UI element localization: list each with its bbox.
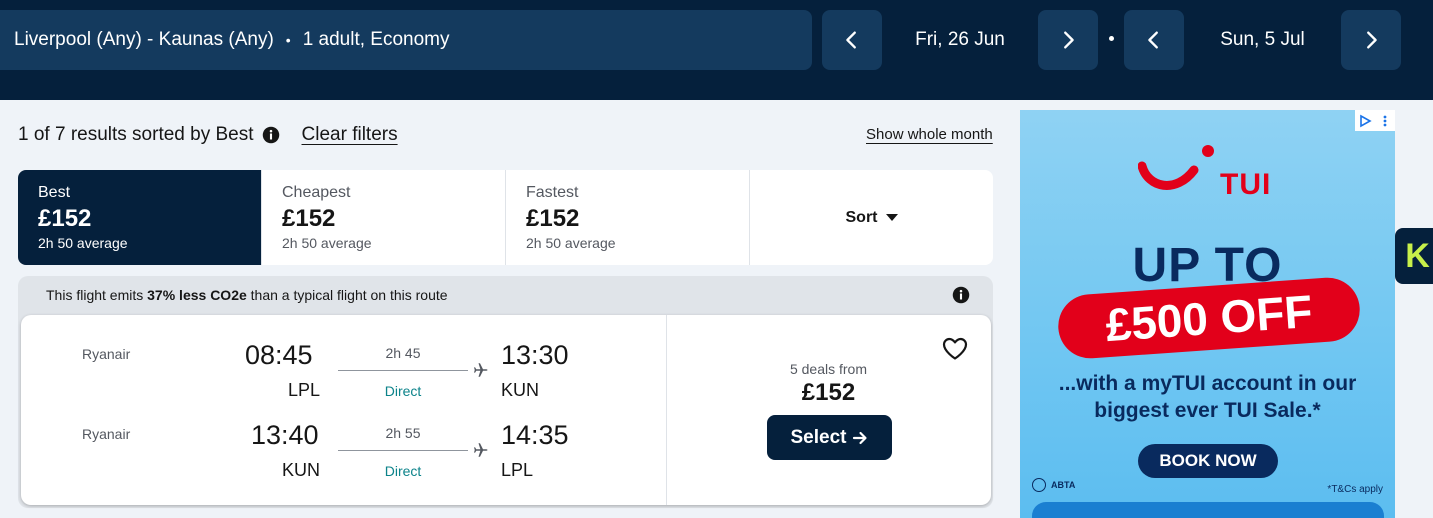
- ad-copy-line1: ...with a myTUI account in our: [1058, 372, 1357, 395]
- stops-label: Direct: [384, 463, 422, 479]
- airline-name: Ryanair: [82, 346, 131, 362]
- ad-bottom-banner: [1032, 502, 1384, 518]
- flight-result: This flight emits 37% less CO2e than a t…: [18, 276, 993, 508]
- tab-price: £152: [38, 205, 92, 232]
- chevron-left-icon: [1148, 31, 1158, 49]
- ad-controls[interactable]: [1355, 110, 1395, 131]
- sort-label: Sort: [845, 208, 878, 226]
- sort-dropdown[interactable]: Sort: [750, 170, 993, 265]
- co2-text-prefix: This flight emits: [46, 287, 148, 303]
- flight-card[interactable]: Ryanair 08:45 LPL 2h 45 Direct 13:30 KUN…: [21, 315, 991, 505]
- arrival-airport: LPL: [501, 460, 534, 480]
- deal-price: £152: [801, 379, 856, 406]
- tab-duration: 2h 50 average: [526, 235, 616, 251]
- co2-highlight: 37% less CO2e: [147, 287, 247, 303]
- results-summary-bar: 1 of 7 results sorted by Best Clear filt…: [18, 124, 398, 146]
- depart-next-date-button[interactable]: [1038, 10, 1098, 70]
- deals-count: 5 deals from: [789, 361, 868, 377]
- tab-label: Cheapest: [282, 184, 351, 201]
- search-header: Liverpool (Any) - Kaunas (Any) • 1 adult…: [0, 0, 1433, 100]
- outbound-leg: Ryanair 08:45 LPL 2h 45 Direct 13:30 KUN: [21, 315, 666, 400]
- tab-price: £152: [526, 205, 580, 232]
- route-line: [338, 370, 468, 371]
- departure-airport: KUN: [282, 460, 321, 480]
- select-button[interactable]: Select: [767, 415, 892, 460]
- tab-duration: 2h 50 average: [38, 235, 128, 251]
- tab-duration: 2h 50 average: [282, 235, 372, 251]
- caret-down-icon: [885, 213, 898, 221]
- flight-duration: 2h 45: [385, 345, 421, 361]
- card-divider: [666, 315, 667, 505]
- ad-brand: TUI: [1220, 168, 1272, 201]
- abta-text: ABTA: [1051, 480, 1076, 490]
- tab-price: £152: [282, 205, 336, 232]
- advertisement[interactable]: TUI UP TO £500 OFF ...with a myTUI accou…: [1020, 110, 1395, 518]
- abta-logo: ABTA: [1032, 478, 1075, 492]
- sort-tabs: Best £152 2h 50 average Cheapest £152 2h…: [18, 170, 993, 265]
- return-date[interactable]: Sun, 5 Jul: [1184, 10, 1341, 70]
- co2-text-suffix: than a typical flight on this route: [246, 287, 448, 303]
- arrow-right-icon: [853, 431, 868, 444]
- more-vertical-icon[interactable]: [1378, 114, 1392, 128]
- tab-fastest[interactable]: Fastest £152 2h 50 average: [506, 170, 750, 265]
- route-text: Liverpool (Any) - Kaunas (Any): [14, 29, 274, 50]
- results-count: 1 of 7 results sorted by Best: [18, 124, 254, 145]
- co2-notice: This flight emits 37% less CO2e than a t…: [46, 287, 448, 303]
- arrival-time: 14:35: [501, 420, 569, 450]
- airline-name: Ryanair: [82, 426, 131, 442]
- passengers-text: 1 adult, Economy: [302, 29, 450, 50]
- separator-dot: •: [285, 32, 291, 48]
- plane-icon: [474, 363, 488, 377]
- plane-icon: [474, 443, 488, 457]
- arrival-time: 13:30: [501, 340, 569, 370]
- departure-time: 08:45: [245, 340, 313, 370]
- tab-label: Best: [38, 184, 71, 201]
- depart-date[interactable]: Fri, 26 Jun: [882, 10, 1038, 70]
- chevron-right-icon: [1064, 31, 1074, 49]
- ad-choices-icon[interactable]: [1358, 114, 1372, 128]
- ad-book-now-button[interactable]: BOOK NOW: [1138, 444, 1278, 478]
- route-line: [338, 450, 468, 451]
- depart-prev-date-button[interactable]: [822, 10, 882, 70]
- heart-icon[interactable]: [942, 337, 968, 361]
- ad-copy-line2: biggest ever TUI Sale.*: [1094, 399, 1321, 422]
- return-leg: Ryanair 13:40 KUN 2h 55 Direct 14:35 LPL: [21, 395, 666, 480]
- select-label: Select: [790, 426, 847, 448]
- show-whole-month-link[interactable]: Show whole month: [866, 126, 993, 143]
- info-icon[interactable]: [262, 126, 280, 144]
- date-separator-dot: [1109, 36, 1114, 41]
- info-icon[interactable]: [952, 286, 970, 304]
- ad-terms: *T&Cs apply: [1327, 484, 1383, 495]
- chevron-right-icon: [1367, 31, 1377, 49]
- floating-app-badge[interactable]: K: [1395, 228, 1433, 284]
- tab-label: Fastest: [526, 184, 579, 201]
- abta-icon: [1032, 478, 1046, 492]
- search-summary-box[interactable]: Liverpool (Any) - Kaunas (Any) • 1 adult…: [0, 10, 812, 70]
- tab-cheapest[interactable]: Cheapest £152 2h 50 average: [262, 170, 506, 265]
- departure-time: 13:40: [251, 420, 319, 450]
- tab-best[interactable]: Best £152 2h 50 average: [18, 170, 262, 265]
- return-next-date-button[interactable]: [1341, 10, 1401, 70]
- chevron-left-icon: [846, 31, 856, 49]
- clear-filters-link[interactable]: Clear filters: [302, 124, 398, 146]
- return-prev-date-button[interactable]: [1124, 10, 1184, 70]
- flight-duration: 2h 55: [385, 425, 421, 441]
